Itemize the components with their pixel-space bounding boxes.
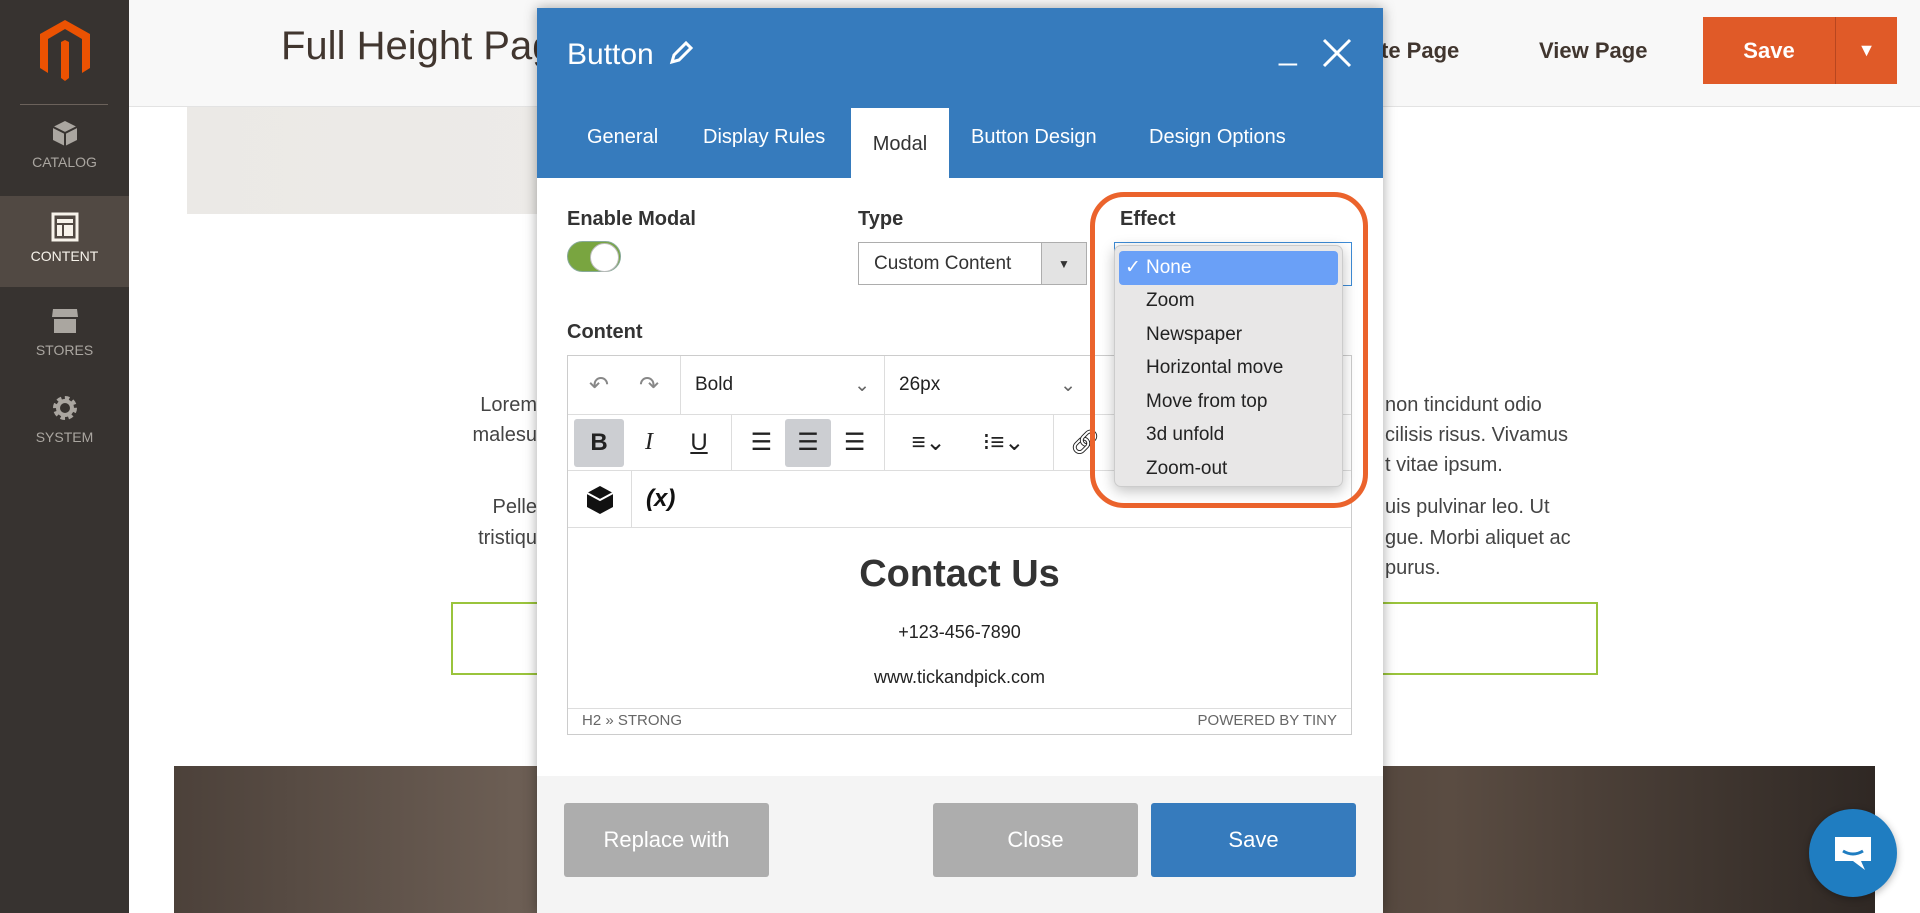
effect-option-zoom[interactable]: Zoom xyxy=(1119,285,1338,319)
cube-icon xyxy=(52,121,77,146)
type-value: Custom Content xyxy=(874,253,1012,274)
tab-display-rules[interactable]: Display Rules xyxy=(703,126,825,149)
background-text: tristiqu xyxy=(478,527,537,549)
caret-down-icon: ▼ xyxy=(1041,243,1086,284)
tab-modal[interactable]: Modal xyxy=(851,108,949,180)
content-label: Content xyxy=(567,321,643,343)
background-text: Lorem xyxy=(480,394,537,416)
sidebar-item-label: CATALOG xyxy=(32,154,97,170)
enable-modal-label: Enable Modal xyxy=(567,208,696,230)
sidebar-item-label: CONTENT xyxy=(30,248,99,264)
type-label: Type xyxy=(858,208,904,230)
sidebar-item-stores[interactable]: STORES xyxy=(0,306,129,376)
editor-content[interactable]: Contact Us +123-456-7890 www.tickandpick… xyxy=(568,528,1351,708)
pencil-icon[interactable] xyxy=(668,40,694,66)
divider xyxy=(20,104,108,105)
chat-button[interactable] xyxy=(1809,809,1897,897)
tab-general[interactable]: General xyxy=(587,126,658,149)
chevron-down-icon: ⌄ xyxy=(1060,374,1076,396)
background-text: malesu xyxy=(472,424,537,446)
check-icon: ✓ xyxy=(1125,257,1141,279)
sidebar-item-label: STORES xyxy=(35,342,94,358)
bullet-list-icon[interactable]: ⁝≡⌄ xyxy=(966,419,1041,467)
underline-button[interactable]: U xyxy=(674,419,724,467)
layout-icon xyxy=(51,212,78,242)
modal-footer: Replace with Close Save xyxy=(537,776,1383,913)
effect-option-newspaper[interactable]: Newspaper xyxy=(1119,318,1338,352)
numbered-list-icon[interactable]: ≡⌄ xyxy=(891,419,966,467)
close-icon[interactable] xyxy=(1322,38,1352,68)
align-left-icon[interactable]: ☰ xyxy=(738,419,785,467)
content-website: www.tickandpick.com xyxy=(873,667,1046,687)
tab-button-design[interactable]: Button Design xyxy=(971,126,1097,149)
undo-icon[interactable]: ↶ xyxy=(574,361,624,409)
effect-option-none[interactable]: ✓ None xyxy=(1119,251,1338,285)
view-page-link[interactable]: View Page xyxy=(1539,38,1647,64)
background-text: Pelle xyxy=(492,496,537,518)
admin-sidebar: CATALOG CONTENT STORES SYSTEM xyxy=(0,0,129,913)
effect-option-zoom-out[interactable]: Zoom-out xyxy=(1119,452,1338,486)
background-text: gue. Morbi aliquet ac xyxy=(1385,527,1571,549)
minimize-icon[interactable]: _ xyxy=(1279,30,1297,67)
redo-icon[interactable]: ↷ xyxy=(624,361,674,409)
save-options-dropdown[interactable]: ▼ xyxy=(1836,17,1897,84)
create-page-link[interactable]: te Page xyxy=(1381,38,1459,64)
content-phone: +123-456-7890 xyxy=(898,622,1021,642)
close-button[interactable]: Close xyxy=(933,803,1138,877)
modal-header: Button _ General Display Rules Modal But… xyxy=(537,8,1383,180)
italic-button[interactable]: I xyxy=(624,419,674,467)
save-page-button[interactable]: Save xyxy=(1703,17,1836,84)
widget-block-icon[interactable] xyxy=(585,482,615,516)
insert-variable-button[interactable]: (x) xyxy=(632,471,681,527)
chat-icon xyxy=(1835,837,1871,870)
align-right-icon[interactable]: ☰ xyxy=(831,419,878,467)
save-button[interactable]: Save xyxy=(1151,803,1356,877)
modal-title-text: Button xyxy=(567,38,654,71)
gear-icon xyxy=(52,396,77,420)
magento-logo[interactable] xyxy=(38,18,92,84)
enable-modal-toggle[interactable] xyxy=(567,241,621,272)
chevron-down-icon: ⌄ xyxy=(854,374,870,396)
option-label: None xyxy=(1146,256,1192,278)
effect-option-3d-unfold[interactable]: 3d unfold xyxy=(1119,419,1338,453)
block-format-value: Bold xyxy=(695,374,734,395)
background-text: non tincidunt odio xyxy=(1385,394,1542,416)
font-size-value: 26px xyxy=(899,374,941,395)
tab-design-options[interactable]: Design Options xyxy=(1149,126,1286,149)
block-format-select[interactable]: Bold ⌄ xyxy=(681,356,885,414)
align-center-icon[interactable]: ☰ xyxy=(784,418,832,467)
editor-statusbar: H2 » STRONG POWERED BY TINY xyxy=(568,708,1351,734)
element-path[interactable]: H2 » STRONG xyxy=(582,712,682,731)
sidebar-item-content[interactable]: CONTENT xyxy=(0,196,129,287)
replace-with-button[interactable]: Replace with xyxy=(564,803,769,877)
font-size-select[interactable]: 26px ⌄ xyxy=(885,356,1091,414)
background-text: t vitae ipsum. xyxy=(1385,454,1503,476)
content-heading: Contact Us xyxy=(859,553,1060,595)
background-text: cilisis risus. Vivamus xyxy=(1385,424,1568,446)
save-split-button: Save ▼ xyxy=(1703,17,1897,84)
storefront-icon xyxy=(51,309,78,333)
sidebar-item-catalog[interactable]: CATALOG xyxy=(0,118,129,190)
type-select[interactable]: Custom Content ▼ xyxy=(858,242,1087,285)
bold-button[interactable]: B xyxy=(574,418,624,467)
effect-option-move-from-top[interactable]: Move from top xyxy=(1119,385,1338,419)
sidebar-item-system[interactable]: SYSTEM xyxy=(0,393,129,463)
effect-option-horizontal-move[interactable]: Horizontal move xyxy=(1119,352,1338,386)
effect-dropdown-list: ✓ None Zoom Newspaper Horizontal move Mov… xyxy=(1114,245,1343,487)
sidebar-item-label: SYSTEM xyxy=(35,429,94,445)
background-text: purus. xyxy=(1385,557,1441,579)
background-text: uis pulvinar leo. Ut xyxy=(1385,496,1550,518)
powered-by-tiny[interactable]: POWERED BY TINY xyxy=(1198,712,1337,731)
modal-title: Button xyxy=(567,38,694,72)
